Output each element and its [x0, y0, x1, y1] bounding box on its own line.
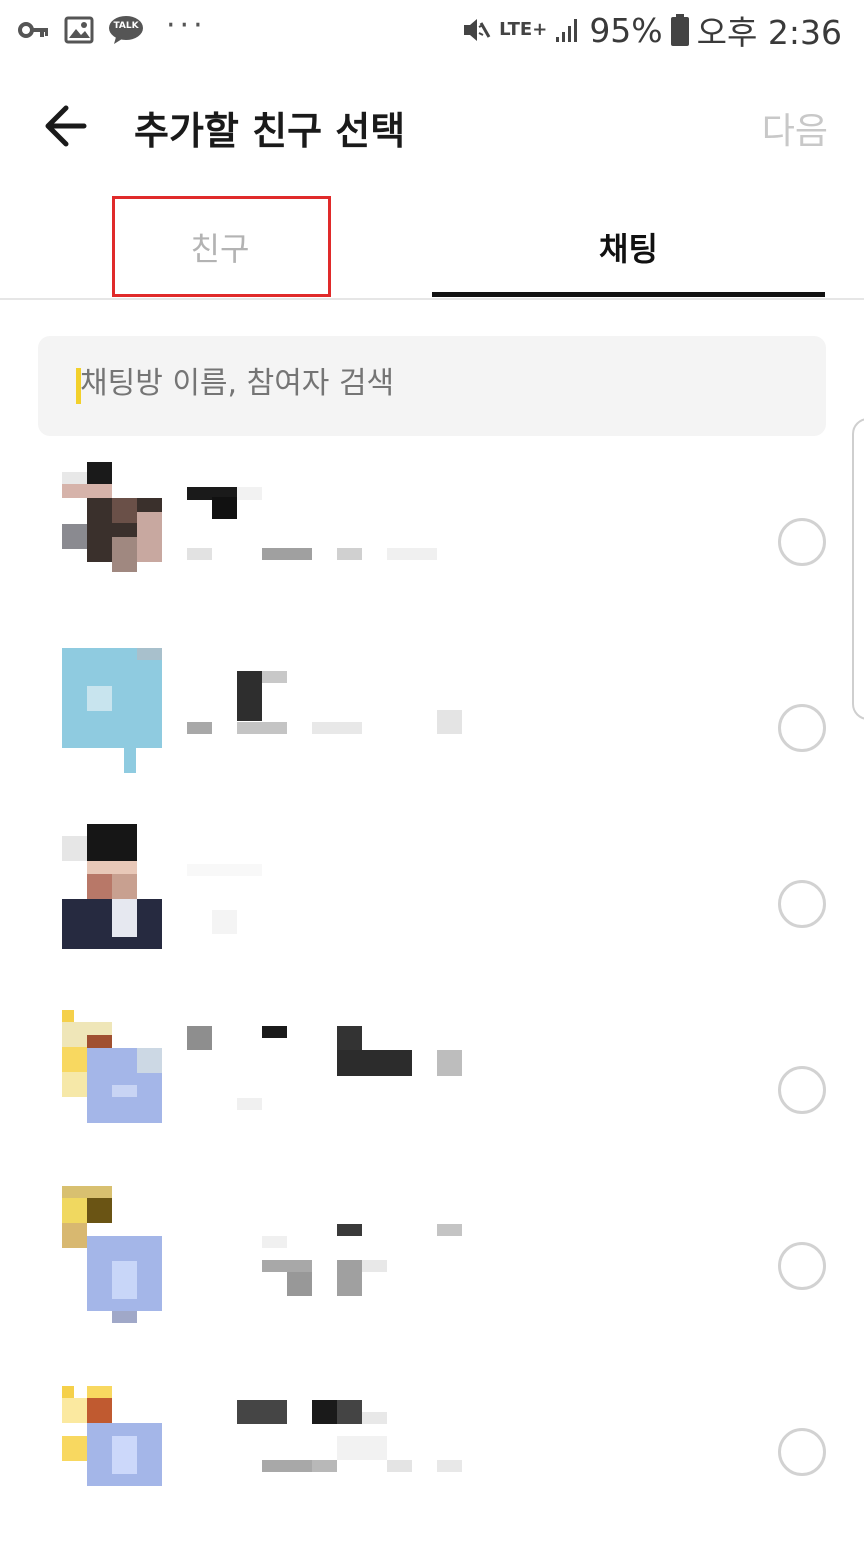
- status-bar: TALK ··· LTE+ 95% 오후 2:36: [0, 0, 864, 60]
- chat-room-avatar: [62, 648, 162, 773]
- signal-icon: [556, 19, 578, 42]
- chat-room-row[interactable]: [0, 1186, 864, 1368]
- page-title: 추가할 친구 선택: [134, 109, 406, 153]
- chat-room-avatar: [62, 1186, 162, 1323]
- chat-room-avatar: [62, 824, 162, 949]
- next-button[interactable]: 다음: [762, 102, 828, 154]
- select-radio[interactable]: [778, 1428, 826, 1476]
- chat-room-members: [187, 1078, 467, 1110]
- chat-room-row[interactable]: [0, 824, 864, 1006]
- active-tab-indicator: [432, 292, 825, 297]
- chat-room-avatar: [62, 462, 162, 572]
- chat-room-row[interactable]: [0, 1010, 864, 1192]
- chat-room-name: [187, 658, 467, 721]
- chat-room-members: [187, 710, 467, 746]
- select-radio[interactable]: [778, 880, 826, 928]
- chat-room-members: [187, 1254, 467, 1296]
- mute-icon: [464, 19, 491, 41]
- chat-room-name: [187, 834, 467, 876]
- select-radio[interactable]: [778, 518, 826, 566]
- chat-room-members: [187, 530, 467, 560]
- clock: 오후 2:36: [696, 13, 842, 52]
- gallery-icon: [64, 16, 94, 44]
- app-bar: 추가할 친구 선택 다음: [0, 70, 864, 180]
- chat-room-avatar: [62, 1010, 162, 1123]
- select-radio[interactable]: [778, 1066, 826, 1114]
- search-input[interactable]: [80, 366, 780, 401]
- status-system-icons: LTE+ 95% 오후 2:36: [461, 8, 842, 52]
- kakaotalk-icon: TALK: [108, 15, 144, 45]
- chat-room-name: [187, 1382, 467, 1424]
- edge-panel-handle[interactable]: [852, 418, 864, 720]
- tab-chats[interactable]: 채팅: [432, 198, 825, 296]
- chat-room-row[interactable]: [0, 1372, 864, 1554]
- highlight-box: [112, 196, 331, 297]
- status-notification-icons: TALK ···: [18, 7, 207, 50]
- chat-room-avatar: [62, 1372, 162, 1486]
- battery-icon: [670, 14, 689, 46]
- chat-room-name: [187, 1196, 467, 1248]
- chat-room-members: [187, 1436, 467, 1472]
- network-type: LTE+: [499, 19, 548, 40]
- chat-room-row[interactable]: [0, 462, 864, 644]
- chat-room-name: [187, 1020, 467, 1076]
- chat-room-name: [187, 472, 467, 519]
- back-arrow-icon[interactable]: [38, 98, 98, 154]
- select-radio[interactable]: [778, 704, 826, 752]
- talk-badge-text: TALK: [113, 21, 139, 31]
- key-icon: [18, 22, 48, 38]
- chat-room-row[interactable]: [0, 648, 864, 830]
- battery-percent: 95%: [589, 10, 663, 50]
- chat-room-members: [187, 892, 467, 934]
- search-box[interactable]: [38, 336, 826, 436]
- more-notifications-icon: ···: [166, 7, 207, 43]
- select-radio[interactable]: [778, 1242, 826, 1290]
